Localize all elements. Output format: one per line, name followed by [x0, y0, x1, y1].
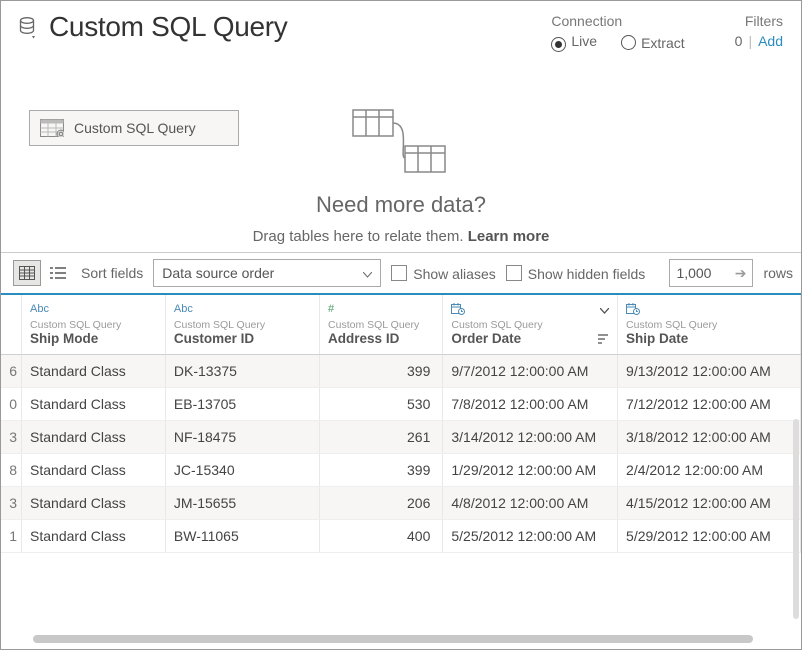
cell-ship-date: 3/18/2012 12:00:00 AM [618, 421, 801, 454]
cell-ship-mode: Standard Class [22, 454, 166, 487]
data-grid: Abc Custom SQL Query Ship Mode Abc Custo… [1, 295, 801, 553]
cell-customer-id: EB-13705 [165, 388, 319, 421]
row-number: 6 [1, 355, 22, 388]
cell-ship-date: 2/4/2012 12:00:00 AM [618, 454, 801, 487]
datetime-type-icon [451, 303, 465, 315]
cell-address-id: 399 [320, 355, 443, 388]
filters-count: 0 [735, 33, 743, 49]
column-header-order-date[interactable]: Custom SQL Query Order Date [443, 295, 618, 355]
cell-ship-date: 4/15/2012 12:00:00 AM [618, 487, 801, 520]
row-number: 0 [1, 388, 22, 421]
column-header-address-id[interactable]: # Custom SQL Query Address ID [320, 295, 443, 355]
logical-table-pill[interactable]: Custom SQL Query [29, 110, 239, 146]
vertical-scrollbar[interactable] [793, 419, 799, 619]
datetime-type-icon [626, 303, 640, 315]
table-row[interactable]: 6Standard ClassDK-133753999/7/2012 12:00… [1, 355, 801, 388]
number-type-icon: # [328, 303, 334, 315]
database-icon[interactable] [19, 17, 39, 37]
sort-icon[interactable] [597, 333, 609, 345]
sort-fields-select[interactable]: Data source order [153, 259, 381, 287]
cell-ship-date: 5/29/2012 12:00:00 AM [618, 520, 801, 553]
cell-address-id: 399 [320, 454, 443, 487]
cell-customer-id: JC-15340 [165, 454, 319, 487]
connection-live-radio[interactable]: Live [551, 33, 597, 52]
sort-fields-label: Sort fields [81, 265, 143, 281]
rows-label: rows [763, 265, 793, 281]
cell-customer-id: NF-18475 [165, 421, 319, 454]
custom-sql-icon [40, 119, 64, 137]
row-number: 3 [1, 487, 22, 520]
table-row[interactable]: 3Standard ClassJM-156552064/8/2012 12:00… [1, 487, 801, 520]
drag-tables-hint: Drag tables here to relate them. [253, 228, 468, 245]
chevron-down-icon[interactable] [600, 301, 609, 317]
cell-ship-mode: Standard Class [22, 487, 166, 520]
cell-customer-id: JM-15655 [165, 487, 319, 520]
cell-address-id: 206 [320, 487, 443, 520]
row-number: 1 [1, 520, 22, 553]
table-row[interactable]: 1Standard ClassBW-110654005/25/2012 12:0… [1, 520, 801, 553]
chevron-down-icon [363, 265, 372, 281]
connection-label: Connection [551, 13, 684, 29]
page-title: Custom SQL Query [49, 11, 287, 43]
arrow-right-icon: ➔ [735, 265, 747, 282]
cell-ship-mode: Standard Class [22, 388, 166, 421]
text-type-icon: Abc [30, 303, 49, 315]
column-header-ship-mode[interactable]: Abc Custom SQL Query Ship Mode [22, 295, 166, 355]
cell-order-date: 3/14/2012 12:00:00 AM [443, 421, 618, 454]
cell-ship-mode: Standard Class [22, 520, 166, 553]
relate-tables-icon [351, 108, 451, 178]
data-model-canvas[interactable]: Custom SQL Query Need more data? Drag ta… [1, 52, 801, 252]
table-row[interactable]: 0Standard ClassEB-137055307/8/2012 12:00… [1, 388, 801, 421]
cell-ship-mode: Standard Class [22, 355, 166, 388]
cell-customer-id: DK-13375 [165, 355, 319, 388]
row-number: 3 [1, 421, 22, 454]
table-row[interactable]: 8Standard ClassJC-153403991/29/2012 12:0… [1, 454, 801, 487]
column-header-ship-date[interactable]: Custom SQL Query Ship Date [618, 295, 801, 355]
cell-order-date: 9/7/2012 12:00:00 AM [443, 355, 618, 388]
list-view-button[interactable] [45, 261, 71, 285]
table-row[interactable]: 3Standard ClassNF-184752613/14/2012 12:0… [1, 421, 801, 454]
add-filter-link[interactable]: Add [758, 33, 783, 49]
filters-label: Filters [735, 13, 783, 29]
text-type-icon: Abc [174, 303, 193, 315]
cell-order-date: 5/25/2012 12:00:00 AM [443, 520, 618, 553]
connection-extract-radio[interactable]: Extract [621, 35, 685, 51]
cell-ship-date: 7/12/2012 12:00:00 AM [618, 388, 801, 421]
cell-order-date: 7/8/2012 12:00:00 AM [443, 388, 618, 421]
metadata-grid-view-button[interactable] [13, 260, 41, 286]
need-more-data-heading: Need more data? [1, 192, 801, 218]
cell-address-id: 400 [320, 520, 443, 553]
cell-ship-date: 9/13/2012 12:00:00 AM [618, 355, 801, 388]
column-header-customer-id[interactable]: Abc Custom SQL Query Customer ID [165, 295, 319, 355]
row-number-header [1, 295, 22, 355]
rows-limit-input[interactable]: 1,000 ➔ [669, 259, 753, 287]
cell-customer-id: BW-11065 [165, 520, 319, 553]
learn-more-link[interactable]: Learn more [468, 228, 550, 245]
row-number: 8 [1, 454, 22, 487]
cell-address-id: 530 [320, 388, 443, 421]
cell-ship-mode: Standard Class [22, 421, 166, 454]
connection-selector: Connection Live Extract [551, 13, 684, 52]
show-hidden-fields-checkbox[interactable]: Show hidden fields [506, 265, 646, 282]
show-aliases-checkbox[interactable]: Show aliases [391, 265, 496, 282]
logical-table-label: Custom SQL Query [74, 120, 196, 136]
cell-address-id: 261 [320, 421, 443, 454]
cell-order-date: 4/8/2012 12:00:00 AM [443, 487, 618, 520]
horizontal-scrollbar[interactable] [33, 635, 753, 643]
cell-order-date: 1/29/2012 12:00:00 AM [443, 454, 618, 487]
